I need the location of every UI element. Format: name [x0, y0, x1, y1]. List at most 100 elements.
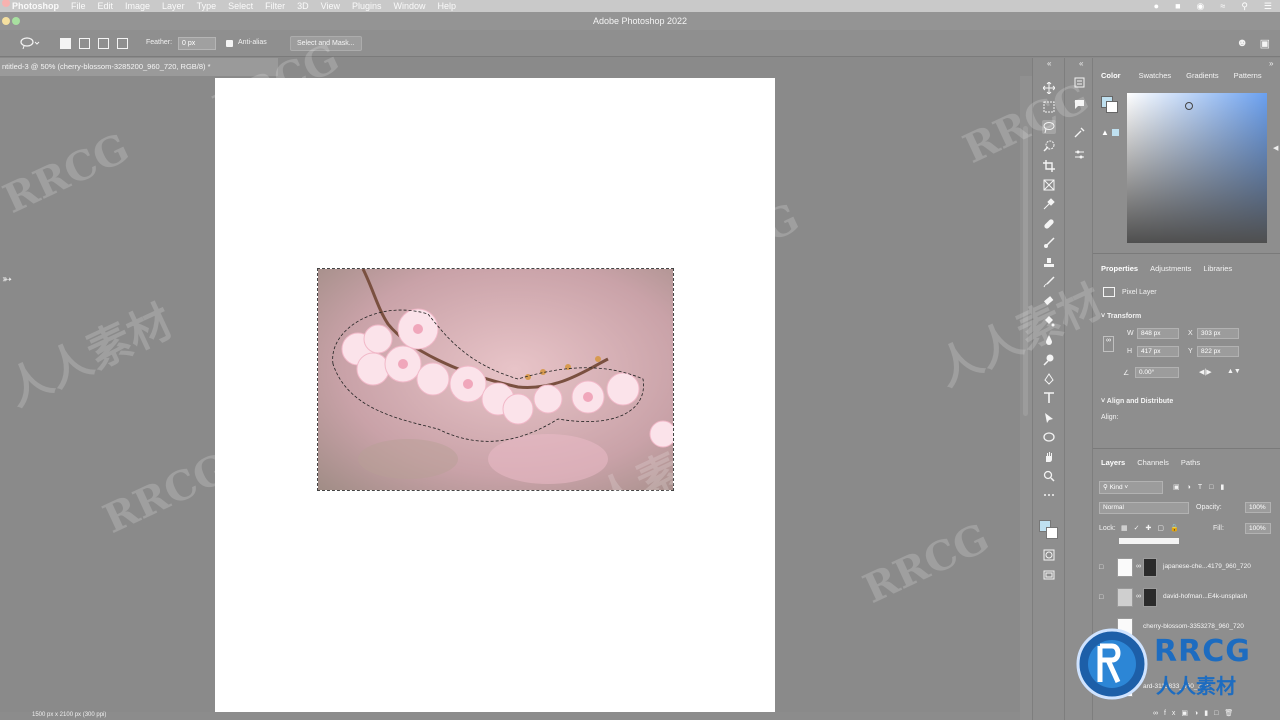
- add-selection-icon[interactable]: [79, 38, 90, 49]
- layer-name[interactable]: japanese-che...4179_960_720: [1163, 563, 1251, 570]
- angle-input[interactable]: 0.00°: [1135, 367, 1179, 378]
- document-tab[interactable]: ntitled-3 @ 50% (cherry-blossom-3285200_…: [0, 58, 278, 76]
- menu-edit[interactable]: Edit: [98, 1, 114, 11]
- layer-row[interactable]: □ ∞ japanese-che...4179_960_720: [1099, 554, 1280, 581]
- menu-3d[interactable]: 3D: [297, 1, 309, 11]
- layer-kind-filter[interactable]: ⚲ Kind ˅: [1099, 481, 1163, 494]
- more-tools-icon[interactable]: [1042, 488, 1056, 502]
- lasso-tool-preset-icon[interactable]: [20, 37, 40, 51]
- tab-patterns[interactable]: Patterns: [1234, 71, 1262, 80]
- tab-gradients[interactable]: Gradients: [1186, 71, 1219, 80]
- link-dimensions-icon[interactable]: ∞: [1103, 336, 1114, 352]
- menu-filter[interactable]: Filter: [265, 1, 285, 11]
- menu-layer[interactable]: Layer: [162, 1, 185, 11]
- layer-mask-thumbnail[interactable]: [1143, 558, 1157, 577]
- menu-help[interactable]: Help: [438, 1, 457, 11]
- quick-mask-icon[interactable]: [1042, 548, 1056, 562]
- close-window-dot[interactable]: [2, 0, 10, 7]
- web-safe-swatch[interactable]: [1112, 129, 1119, 136]
- tab-properties[interactable]: Properties: [1101, 264, 1138, 273]
- height-input[interactable]: 417 px: [1137, 346, 1179, 357]
- eraser-tool-icon[interactable]: [1042, 294, 1056, 308]
- menu-file[interactable]: File: [71, 1, 86, 11]
- feather-input[interactable]: 0 px: [178, 37, 216, 50]
- layer-visibility-icon[interactable]: □: [1099, 564, 1103, 571]
- anti-alias-checkbox[interactable]: [226, 40, 233, 47]
- menu-select[interactable]: Select: [228, 1, 253, 11]
- y-input[interactable]: 822 px: [1197, 346, 1239, 357]
- clone-stamp-tool-icon[interactable]: [1042, 256, 1056, 270]
- workspace-icon[interactable]: ▣: [1260, 37, 1270, 50]
- collapse-panel-icon[interactable]: «: [1047, 59, 1051, 68]
- eyedropper-tool-icon[interactable]: [1042, 197, 1056, 211]
- tab-swatches[interactable]: Swatches: [1139, 71, 1172, 80]
- background-color-swatch[interactable]: [1046, 527, 1058, 539]
- blend-mode-select[interactable]: Normal: [1099, 502, 1189, 514]
- layer-name[interactable]: david-hofman...E4k-unsplash: [1163, 593, 1247, 600]
- screen-mode-icon[interactable]: [1042, 568, 1056, 582]
- layer-link-icon[interactable]: ∞: [1136, 563, 1141, 570]
- select-and-mask-button[interactable]: Select and Mask...: [290, 36, 362, 51]
- path-selection-tool-icon[interactable]: [1042, 411, 1056, 425]
- align-section-toggle[interactable]: ˅ Align and Distribute: [1101, 398, 1173, 405]
- new-selection-icon[interactable]: [60, 38, 71, 49]
- menu-app[interactable]: Photoshop: [12, 1, 59, 11]
- frame-tool-icon[interactable]: [1042, 178, 1056, 192]
- healing-brush-tool-icon[interactable]: [1042, 217, 1056, 231]
- menu-plugins[interactable]: Plugins: [352, 1, 382, 11]
- tab-channels[interactable]: Channels: [1137, 458, 1169, 467]
- paint-bucket-tool-icon[interactable]: [1042, 314, 1056, 328]
- layer-link-icon[interactable]: ∞: [1136, 593, 1141, 600]
- marquee-tool-icon[interactable]: [1042, 100, 1056, 114]
- adjustments-sliders-icon[interactable]: [1073, 148, 1085, 160]
- layer-row-partial[interactable]: [1119, 538, 1179, 544]
- crop-tool-icon[interactable]: [1042, 159, 1056, 173]
- hand-tool-icon[interactable]: [1042, 450, 1056, 464]
- menu-view[interactable]: View: [321, 1, 340, 11]
- user-icon[interactable]: ◉: [1197, 1, 1205, 12]
- collapse-dock-icon[interactable]: «: [1079, 59, 1083, 68]
- width-input[interactable]: 848 px: [1137, 328, 1179, 339]
- tab-layers[interactable]: Layers: [1101, 458, 1125, 467]
- control-center-icon[interactable]: ☰: [1264, 1, 1272, 12]
- wifi-icon[interactable]: ≈: [1220, 1, 1225, 11]
- transform-section-label[interactable]: ˅ Transform: [1101, 313, 1141, 320]
- opacity-input[interactable]: 100%: [1245, 502, 1271, 513]
- tab-paths[interactable]: Paths: [1181, 458, 1200, 467]
- pen-tool-icon[interactable]: [1042, 372, 1056, 386]
- blur-tool-icon[interactable]: [1042, 333, 1056, 347]
- brush-settings-icon[interactable]: [1073, 126, 1085, 138]
- menu-image[interactable]: Image: [125, 1, 150, 11]
- layer-filter-icons[interactable]: ▣◑T□▮: [1173, 483, 1231, 491]
- vertical-scrollbar[interactable]: [1020, 76, 1032, 720]
- lasso-tool-icon[interactable]: [1042, 120, 1056, 134]
- menu-type[interactable]: Type: [197, 1, 217, 11]
- layer-visibility-icon[interactable]: □: [1099, 594, 1103, 601]
- search-icon[interactable]: ⚲: [1241, 1, 1248, 12]
- tab-color[interactable]: Color: [1101, 71, 1121, 80]
- quick-selection-tool-icon[interactable]: [1042, 139, 1056, 153]
- move-tool-icon[interactable]: [1042, 81, 1056, 95]
- color-slider-arrow-icon[interactable]: ◀: [1273, 144, 1278, 152]
- tab-libraries[interactable]: Libraries: [1203, 264, 1232, 273]
- account-icon[interactable]: ☻: [1236, 37, 1248, 49]
- brush-tool-icon[interactable]: [1042, 236, 1056, 250]
- flip-vertical-icon[interactable]: ▲▼: [1227, 368, 1241, 375]
- flip-horizontal-icon[interactable]: ◀|▶: [1199, 368, 1212, 376]
- scrollbar-thumb[interactable]: [1023, 126, 1028, 416]
- color-picker-ring[interactable]: [1185, 102, 1193, 110]
- color-field[interactable]: [1127, 93, 1267, 243]
- x-input[interactable]: 303 px: [1197, 328, 1239, 339]
- dodge-tool-icon[interactable]: [1042, 353, 1056, 367]
- history-brush-tool-icon[interactable]: [1042, 275, 1056, 289]
- ellipse-tool-icon[interactable]: [1042, 430, 1056, 444]
- layer-row[interactable]: □ ∞ david-hofman...E4k-unsplash: [1099, 584, 1280, 611]
- history-panel-icon[interactable]: [1073, 76, 1085, 88]
- status-icon[interactable]: ■: [1175, 1, 1180, 11]
- fill-input[interactable]: 100%: [1245, 523, 1271, 534]
- lock-icons[interactable]: ▦✓✚▢🔒: [1121, 524, 1185, 532]
- menu-window[interactable]: Window: [394, 1, 426, 11]
- record-icon[interactable]: ●: [1154, 1, 1159, 11]
- type-tool-icon[interactable]: [1042, 391, 1056, 405]
- tab-adjustments[interactable]: Adjustments: [1150, 264, 1191, 273]
